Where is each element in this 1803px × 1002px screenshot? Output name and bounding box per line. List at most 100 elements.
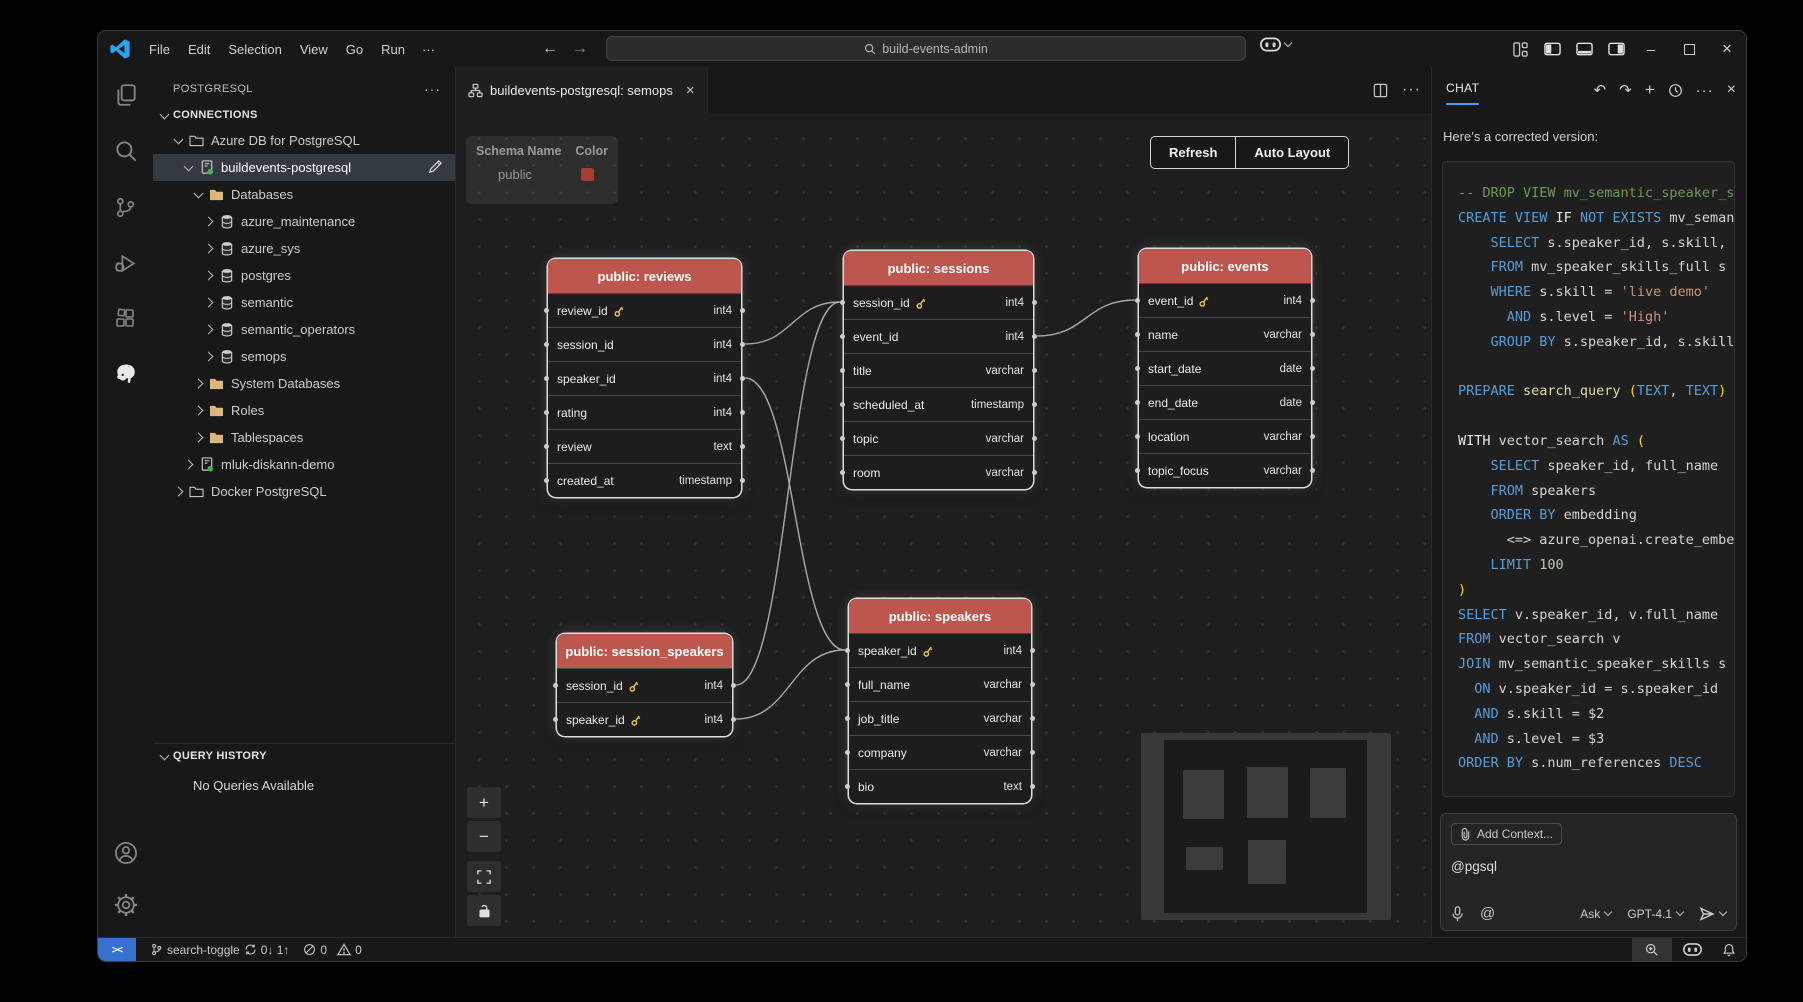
menu-file[interactable]: File: [140, 39, 179, 60]
erd-column-full_name[interactable]: full_namevarchar: [849, 667, 1031, 701]
tree-item-azure-sys[interactable]: azure_sys: [153, 235, 455, 262]
model-dropdown[interactable]: GPT-4.1: [1627, 907, 1683, 921]
erd-column-bio[interactable]: biotext: [849, 769, 1031, 803]
erd-column-name[interactable]: namevarchar: [1139, 317, 1311, 351]
erd-column-rating[interactable]: ratingint4: [548, 395, 741, 429]
history-icon[interactable]: [1668, 83, 1683, 98]
menu-go[interactable]: Go: [337, 39, 372, 60]
erd-column-topic_focus[interactable]: topic_focusvarchar: [1139, 453, 1311, 487]
mention-icon[interactable]: @: [1480, 905, 1495, 922]
erd-column-scheduled_at[interactable]: scheduled_attimestamp: [844, 387, 1033, 421]
query-history-header[interactable]: QUERY HISTORY: [153, 744, 455, 768]
copilot-status-icon[interactable]: [1672, 938, 1712, 961]
account-icon[interactable]: [98, 827, 153, 879]
extensions-icon[interactable]: [98, 291, 153, 347]
erd-column-company[interactable]: companyvarchar: [849, 735, 1031, 769]
tree-item-mluk-diskann-demo[interactable]: mluk-diskann-demo: [153, 451, 455, 478]
refresh-button[interactable]: Refresh: [1150, 136, 1236, 169]
settings-gear-icon[interactable]: [98, 879, 153, 931]
search-sidebar-icon[interactable]: [98, 123, 153, 179]
erd-table-events[interactable]: public: eventsevent_idint4namevarcharsta…: [1139, 249, 1311, 487]
menu-run[interactable]: Run: [372, 39, 414, 60]
tree-item-roles[interactable]: Roles: [153, 397, 455, 424]
tree-item-semantic-operators[interactable]: semantic_operators: [153, 316, 455, 343]
undo-icon[interactable]: ↶: [1594, 81, 1607, 99]
erd-column-start_date[interactable]: start_datedate: [1139, 351, 1311, 385]
zoom-in-button[interactable]: +: [467, 787, 501, 818]
split-editor-icon[interactable]: [1373, 83, 1388, 98]
zoom-out-button[interactable]: −: [467, 821, 501, 852]
erd-column-session_id[interactable]: session_idint4: [548, 327, 741, 361]
erd-column-speaker_id[interactable]: speaker_idint4: [849, 633, 1031, 667]
erd-table-sessions[interactable]: public: sessionssession_idint4event_idin…: [844, 251, 1033, 489]
sidebar-more-actions-icon[interactable]: ···: [424, 81, 441, 97]
tree-item-azure-db-for-postgresql[interactable]: Azure DB for PostgreSQL: [153, 127, 455, 154]
erd-canvas[interactable]: Schema Name Color public Refresh Auto La…: [456, 113, 1431, 937]
erd-column-job_title[interactable]: job_titlevarchar: [849, 701, 1031, 735]
tree-item-semops[interactable]: semops: [153, 343, 455, 370]
erd-table-session_speakers[interactable]: public: session_speakerssession_idint4sp…: [557, 634, 732, 736]
menu-selection[interactable]: Selection: [219, 39, 290, 60]
erd-column-location[interactable]: locationvarchar: [1139, 419, 1311, 453]
erd-column-end_date[interactable]: end_datedate: [1139, 385, 1311, 419]
toggle-panel-icon[interactable]: [1568, 31, 1600, 67]
tree-item-tablespaces[interactable]: Tablespaces: [153, 424, 455, 451]
explorer-icon[interactable]: [98, 67, 153, 123]
erd-column-speaker_id[interactable]: speaker_idint4: [548, 361, 741, 395]
tree-item-docker-postgresql[interactable]: Docker PostgreSQL: [153, 478, 455, 505]
menu-edit[interactable]: Edit: [179, 39, 219, 60]
chat-close-icon[interactable]: ×: [1727, 81, 1736, 99]
maximize-button[interactable]: [1670, 31, 1708, 67]
tree-item-azure-maintenance[interactable]: azure_maintenance: [153, 208, 455, 235]
erd-column-session_id[interactable]: session_idint4: [557, 668, 732, 702]
erd-column-speaker_id[interactable]: speaker_idint4: [557, 702, 732, 736]
tree-item-buildevents-postgresql[interactable]: buildevents-postgresql: [153, 154, 455, 181]
postgresql-extension-icon[interactable]: [98, 347, 153, 403]
run-debug-icon[interactable]: [98, 235, 153, 291]
chat-more-icon[interactable]: ···: [1696, 82, 1714, 99]
copilot-menu[interactable]: [1260, 37, 1291, 52]
command-center-search[interactable]: build-events-admin: [606, 36, 1246, 61]
microphone-icon[interactable]: [1451, 906, 1464, 922]
customize-layout-icon[interactable]: [1504, 31, 1536, 67]
tree-item-postgres[interactable]: postgres: [153, 262, 455, 289]
git-branch-item[interactable]: search-toggle 0↓ 1↑: [150, 943, 289, 957]
erd-column-title[interactable]: titlevarchar: [844, 353, 1033, 387]
erd-table-reviews[interactable]: public: reviewsreview_idint4session_idin…: [548, 259, 741, 497]
chat-tab[interactable]: CHAT: [1446, 81, 1479, 99]
erd-table-speakers[interactable]: public: speakersspeaker_idint4full_namev…: [849, 599, 1031, 803]
erd-column-session_id[interactable]: session_idint4: [844, 285, 1033, 319]
erd-column-topic[interactable]: topicvarchar: [844, 421, 1033, 455]
notifications-bell-icon[interactable]: [1712, 938, 1746, 961]
tree-item-databases[interactable]: Databases: [153, 181, 455, 208]
erd-column-created_at[interactable]: created_attimestamp: [548, 463, 741, 497]
tab-close-icon[interactable]: ×: [686, 82, 695, 99]
new-chat-icon[interactable]: +: [1645, 80, 1655, 100]
redo-icon[interactable]: ↷: [1619, 81, 1632, 99]
problems-item[interactable]: 0 0: [303, 943, 361, 957]
erd-column-event_id[interactable]: event_idint4: [1139, 283, 1311, 317]
more-actions-icon[interactable]: ···: [1402, 81, 1421, 99]
chat-input-box[interactable]: Add Context... @pgsql @ Ask GPT-4.1: [1440, 813, 1737, 931]
minimize-button[interactable]: –: [1632, 31, 1670, 67]
erd-column-event_id[interactable]: event_idint4: [844, 319, 1033, 353]
send-button[interactable]: [1699, 906, 1726, 922]
auto-layout-button[interactable]: Auto Layout: [1236, 136, 1349, 169]
menu-view[interactable]: View: [291, 39, 337, 60]
forward-button[interactable]: →: [572, 40, 588, 58]
zoom-status-icon[interactable]: [1632, 938, 1672, 961]
minimap[interactable]: [1141, 733, 1391, 920]
erd-column-review[interactable]: reviewtext: [548, 429, 741, 463]
connections-section-header[interactable]: CONNECTIONS: [153, 103, 455, 127]
add-context-button[interactable]: Add Context...: [1451, 823, 1562, 845]
mode-dropdown[interactable]: Ask: [1580, 907, 1611, 921]
chat-code-block[interactable]: -- DROP VIEW mv_semantic_speaker_skills;…: [1442, 161, 1735, 797]
lock-button[interactable]: [467, 895, 501, 926]
remote-indicator[interactable]: ><: [98, 938, 136, 961]
close-button[interactable]: ×: [1708, 31, 1746, 67]
tab-schema-designer[interactable]: buildevents-postgresql: semops ×: [456, 67, 708, 113]
erd-column-review_id[interactable]: review_idint4: [548, 293, 741, 327]
tree-item-semantic[interactable]: semantic: [153, 289, 455, 316]
source-control-icon[interactable]: [98, 179, 153, 235]
edit-pencil-icon[interactable]: [428, 159, 443, 174]
